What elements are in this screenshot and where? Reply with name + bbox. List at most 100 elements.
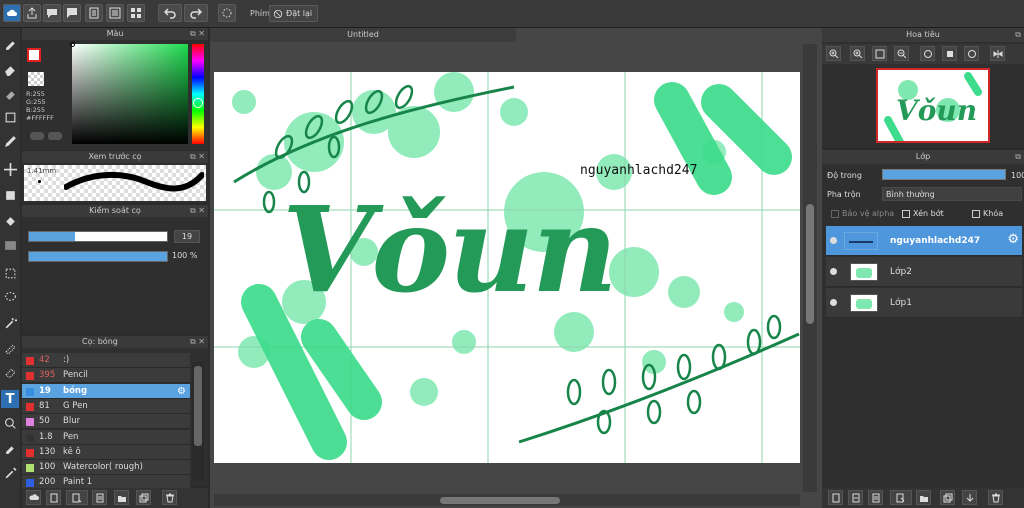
share-icon[interactable] [23, 4, 41, 22]
import-layer-icon[interactable] [890, 490, 912, 505]
grid-icon[interactable] [127, 4, 145, 22]
brush-opacity-slider[interactable] [28, 251, 168, 262]
fit-screen-icon[interactable] [872, 46, 887, 61]
brush-item[interactable]: 130 kê ô [22, 444, 190, 460]
pen-tool-icon[interactable] [1, 132, 19, 150]
brush-item[interactable]: 395 Pencil [22, 368, 190, 384]
saturation-picker[interactable] [72, 44, 188, 144]
flip-icon[interactable] [990, 46, 1005, 61]
brush-list-scroll-thumb[interactable] [194, 366, 202, 446]
panel-controls-icon[interactable]: ⧉ ✕ [190, 336, 205, 348]
redo-icon[interactable] [184, 4, 208, 22]
cloud-download-icon[interactable] [26, 490, 41, 505]
foreground-color-swatch[interactable] [27, 48, 41, 62]
new-layer-icon[interactable] [828, 490, 843, 505]
delete-layer-icon[interactable] [988, 490, 1003, 505]
move-tool-icon[interactable] [1, 160, 19, 178]
list-icon[interactable] [106, 4, 124, 22]
panel-controls-icon[interactable]: ⧉ ✕ [190, 28, 205, 40]
gear-icon[interactable]: ⚙ [177, 384, 186, 399]
brush-settings-icon[interactable] [92, 490, 107, 505]
brush-item[interactable]: 81 G Pen [22, 398, 190, 414]
text-tool-icon[interactable]: T [1, 390, 19, 408]
new-layer-alt-icon[interactable] [848, 490, 863, 505]
brush-tool-icon[interactable] [1, 34, 19, 52]
selection-icon[interactable] [218, 4, 236, 22]
reset-view-icon[interactable] [942, 46, 957, 61]
brush-list-scrollbar[interactable] [192, 362, 204, 480]
eraser-soft-icon[interactable] [1, 84, 19, 102]
brush-item[interactable]: 42:) [22, 353, 190, 368]
document-icon[interactable] [85, 4, 103, 22]
navigator-thumbnail[interactable]: Vǒun [876, 68, 990, 143]
panel-controls-icon[interactable]: ⧉ ✕ [190, 151, 205, 163]
zoom-in-icon[interactable] [826, 46, 841, 61]
magic-wand-icon[interactable] [1, 314, 19, 332]
gradient-tool-icon[interactable] [1, 236, 19, 254]
transparent-swatch[interactable] [28, 72, 44, 86]
eyedropper-icon[interactable] [1, 438, 19, 456]
duplicate-icon[interactable] [136, 490, 151, 505]
layer-opacity-slider[interactable] [882, 169, 1006, 180]
select-pen-icon[interactable] [1, 338, 19, 356]
clipping-checkbox[interactable] [902, 210, 910, 218]
canvas-vertical-scroll-thumb[interactable] [806, 204, 814, 324]
comment-icon[interactable] [43, 4, 61, 22]
canvas-vertical-scrollbar[interactable] [803, 44, 817, 492]
zoom-tool-icon[interactable] [1, 464, 19, 482]
folder-icon[interactable] [114, 490, 129, 505]
brush-item[interactable]: 50 Blur [22, 414, 190, 430]
canvas-horizontal-scroll-thumb[interactable] [440, 497, 560, 504]
layer-row[interactable]: Lớp1 [826, 288, 1022, 318]
saturation-cursor[interactable] [70, 42, 75, 47]
lock-checkbox[interactable] [972, 210, 980, 218]
brush-item[interactable]: 19 bóng ⚙ [22, 383, 190, 399]
message-icon[interactable] [63, 4, 81, 22]
visibility-icon[interactable] [830, 237, 837, 244]
bucket-tool-icon[interactable] [1, 212, 19, 230]
trash-icon[interactable] [162, 490, 177, 505]
layer-settings-icon[interactable]: ⚙ [1007, 232, 1019, 247]
color-history-button[interactable] [48, 132, 62, 140]
eraser-tool-icon[interactable] [1, 60, 19, 78]
select-eraser-icon[interactable] [1, 362, 19, 380]
visibility-icon[interactable] [830, 268, 837, 275]
brush-size-slider[interactable] [28, 231, 168, 242]
new-halftone-layer-icon[interactable] [868, 490, 883, 505]
layer-row[interactable]: Lớp2 [826, 257, 1022, 287]
panel-controls-icon[interactable]: ⧉ [1015, 150, 1021, 164]
layer-folder-icon[interactable] [916, 490, 931, 505]
brush-item[interactable]: 1.8 Pen [22, 429, 190, 445]
hue-slider[interactable] [192, 44, 204, 144]
merge-layer-icon[interactable] [962, 490, 977, 505]
lasso-tool-icon[interactable] [1, 288, 19, 306]
duplicate-layer-icon[interactable] [940, 490, 955, 505]
artwork-canvas[interactable]: Vǒun nguyanhlachd247 [214, 72, 800, 463]
blend-mode-select[interactable]: Bình thường [882, 187, 1022, 201]
layer-name: Lớp2 [890, 267, 912, 277]
new-brush-icon[interactable] [46, 490, 61, 505]
canvas-horizontal-scrollbar[interactable] [214, 494, 800, 506]
protect-alpha-checkbox[interactable] [831, 210, 839, 218]
zoom-in-alt-icon[interactable] [850, 46, 865, 61]
document-tab[interactable]: Untitled [210, 28, 516, 42]
rect-select-icon[interactable] [1, 108, 19, 126]
zoom-out-icon[interactable] [894, 46, 909, 61]
panel-controls-icon[interactable]: ⧉ [1015, 28, 1021, 42]
undo-icon[interactable] [158, 4, 182, 22]
rotate-left-icon[interactable] [920, 46, 935, 61]
panel-controls-icon[interactable]: ⧉ ✕ [190, 205, 205, 217]
layer-row[interactable]: nguyanhlachd247 ⚙ [826, 226, 1022, 256]
hand-tool-icon[interactable] [1, 414, 19, 432]
color-mode-button[interactable] [30, 132, 44, 140]
add-brush-menu-icon[interactable] [66, 490, 88, 505]
brush-item[interactable]: 100 Watercolor( rough) [22, 460, 190, 476]
reset-button[interactable]: Đặt lại [269, 5, 318, 22]
marquee-tool-icon[interactable] [1, 264, 19, 282]
rotate-right-icon[interactable] [964, 46, 979, 61]
hue-cursor[interactable] [193, 98, 203, 108]
brush-size-value[interactable]: 19 [174, 230, 200, 243]
fill-rect-icon[interactable] [1, 186, 19, 204]
cloud-icon[interactable] [3, 4, 21, 22]
visibility-icon[interactable] [830, 299, 837, 306]
